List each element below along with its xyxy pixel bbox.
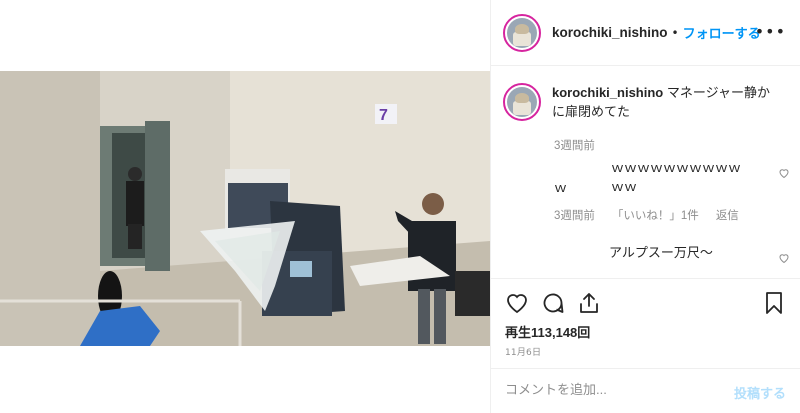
comment-time-1: 3週間前	[554, 210, 595, 222]
comment-input[interactable]	[505, 382, 715, 397]
follow-button[interactable]: フォローする	[683, 23, 761, 42]
action-bar: 再生113,148回 11月6日	[491, 278, 800, 368]
comment-likes-1[interactable]: 「いいね！」1件	[612, 207, 699, 223]
view-count[interactable]: 再生113,148回	[505, 322, 590, 341]
avatar[interactable]	[503, 13, 541, 52]
header-username[interactable]: korochiki_nishino	[552, 25, 668, 40]
heart-icon[interactable]	[505, 291, 529, 315]
add-comment-bar: 投稿する	[491, 368, 800, 413]
avatar-image	[507, 17, 537, 48]
comment-text-1a: ｗｗｗｗｗｗｗｗｗｗｗｗ	[611, 160, 742, 194]
caption-avatar[interactable]	[503, 83, 541, 121]
post-side-panel: korochiki_nishino • フォローする ••• korochiki…	[490, 0, 800, 413]
caption: korochiki_nishino マネージャー静かに扉閉めてた	[503, 83, 788, 121]
comment-text-1b: ｗ	[554, 180, 568, 195]
video-player[interactable]: 7	[0, 71, 490, 346]
caption-username[interactable]: korochiki_nishino	[552, 85, 663, 100]
separator-dot: •	[671, 25, 679, 40]
bookmark-icon[interactable]	[762, 291, 786, 315]
more-horizontal-icon[interactable]: •••	[755, 24, 786, 40]
caption-text: korochiki_nishino マネージャー静かに扉閉めてた	[552, 83, 782, 121]
media-pane: 7	[0, 0, 490, 413]
post-date[interactable]: 11月6日	[505, 345, 541, 358]
share-icon[interactable]	[577, 291, 601, 315]
comment-reply-button[interactable]: 返信	[716, 207, 739, 223]
comment-icon[interactable]	[541, 291, 565, 315]
caption-avatar-image	[507, 87, 537, 117]
comment-meta-1: 3週間前 「いいね！」1件 返信	[554, 207, 739, 223]
post-header: korochiki_nishino • フォローする •••	[491, 0, 800, 66]
caption-time: 3週間前	[554, 140, 595, 152]
comment-text-2: アルプスー万尺〜	[609, 245, 713, 260]
room-number-label: 7	[379, 107, 388, 124]
video-frame: 7	[0, 71, 490, 346]
comment-like-heart-icon[interactable]	[778, 252, 790, 264]
action-icons	[505, 291, 601, 315]
comment-like-heart-icon[interactable]	[778, 167, 790, 179]
post-comment-button[interactable]: 投稿する	[734, 383, 786, 402]
